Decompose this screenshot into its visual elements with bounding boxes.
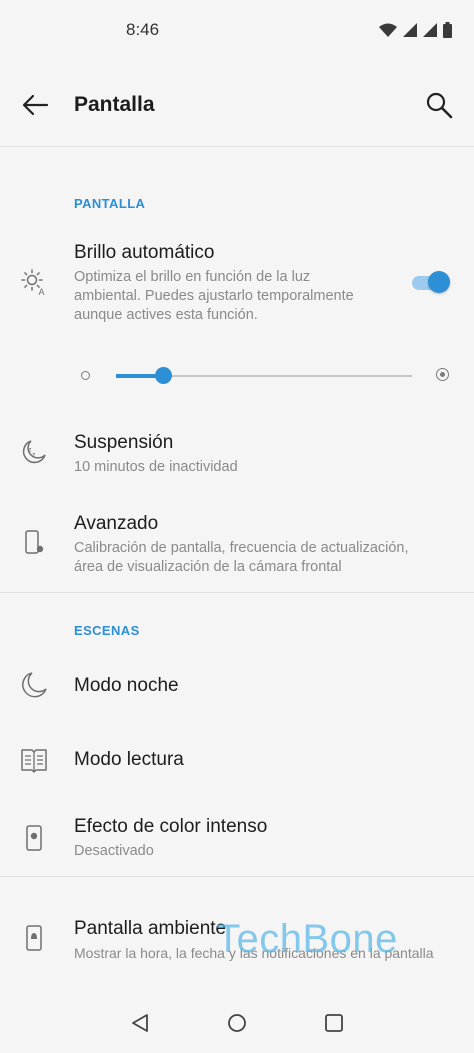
status-bar: 8:46 [0, 0, 474, 62]
auto-brightness-desc-2: ambiental. Puedes ajustarlo temporalment… [74, 288, 354, 304]
advanced-desc-2: área de visualización de la cámara front… [74, 559, 342, 575]
signal-icon [403, 23, 417, 37]
sleep-row[interactable]: z z Suspensión 10 minutos de inactividad [0, 424, 474, 484]
vivid-color-subtitle: Desactivado [74, 843, 154, 859]
nav-home-icon[interactable] [226, 1012, 248, 1034]
advanced-title: Avanzado [74, 513, 159, 534]
reading-mode-row[interactable]: Modo lectura [0, 740, 474, 784]
ambient-display-icon [26, 925, 42, 951]
color-effect-icon [26, 825, 42, 851]
battery-icon [443, 22, 452, 38]
search-icon[interactable] [424, 90, 454, 120]
status-time: 8:46 [126, 20, 160, 39]
advanced-row[interactable]: Avanzado Calibración de pantalla, frecue… [0, 505, 474, 583]
watermark: TechBone [216, 917, 398, 961]
app-bar: Pantalla [0, 62, 474, 147]
wifi-icon [379, 23, 397, 37]
slider-thumb[interactable] [154, 367, 172, 384]
sleep-moon-icon: z z [22, 440, 46, 464]
night-mode-row[interactable]: Modo noche [0, 666, 474, 710]
auto-brightness-toggle[interactable] [412, 268, 450, 296]
sleep-subtitle: 10 minutos de inactividad [74, 459, 238, 475]
auto-brightness-row[interactable]: A Brillo automático Optimiza el brillo e… [0, 236, 474, 336]
back-arrow-icon[interactable] [20, 90, 50, 120]
brightness-high-icon [436, 368, 449, 381]
advanced-desc: Calibración de pantalla, frecuencia de a… [74, 539, 409, 577]
vivid-color-title: Efecto de color intenso [74, 816, 268, 837]
section-header-scenes: ESCENAS [74, 623, 140, 638]
reading-mode-title: Modo lectura [74, 749, 184, 770]
navigation-bar [0, 990, 474, 1053]
ambient-display-title: Pantalla ambiente [74, 918, 227, 939]
section-header-display: PANTALLA [74, 196, 146, 211]
auto-brightness-desc: Optimiza el brillo en función de la luz … [74, 268, 354, 325]
night-mode-title: Modo noche [74, 675, 179, 696]
svg-text:z: z [32, 452, 36, 459]
auto-brightness-desc-1: Optimiza el brillo en función de la luz [74, 269, 311, 285]
svg-text:A: A [39, 287, 45, 296]
status-icons [379, 22, 452, 38]
signal-icon-2 [423, 23, 437, 37]
nav-recents-icon[interactable] [323, 1012, 345, 1034]
display-settings-icon [25, 530, 44, 554]
brightness-slider[interactable] [80, 362, 452, 390]
auto-brightness-icon: A [21, 269, 45, 296]
page-title: Pantalla [74, 93, 155, 116]
advanced-desc-1: Calibración de pantalla, frecuencia de a… [74, 540, 409, 556]
book-icon [21, 749, 47, 773]
brightness-low-icon [81, 371, 90, 380]
divider [0, 592, 474, 593]
divider [0, 876, 474, 877]
toggle-thumb [428, 271, 450, 293]
auto-brightness-desc-3: aunque actives esta función. [74, 307, 258, 323]
vivid-color-row[interactable]: Efecto de color intenso Desactivado [0, 808, 474, 868]
sleep-title: Suspensión [74, 432, 174, 453]
auto-brightness-title: Brillo automático [74, 242, 215, 263]
moon-icon [22, 672, 47, 698]
nav-back-icon[interactable] [129, 1012, 151, 1034]
